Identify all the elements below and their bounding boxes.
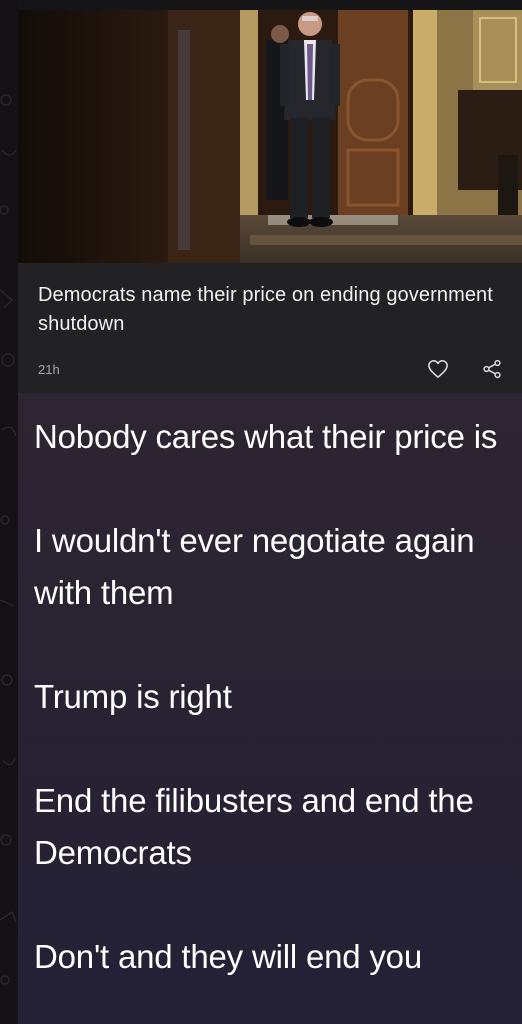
news-card[interactable]: Democrats name their price on ending gov… — [18, 10, 522, 393]
news-headline[interactable]: Democrats name their price on ending gov… — [38, 281, 502, 339]
share-icon[interactable] — [480, 357, 504, 381]
post-paragraph: I wouldn't ever negotiate again with the… — [34, 522, 475, 611]
news-timestamp: 21h — [38, 361, 60, 377]
news-actions — [426, 357, 504, 381]
news-photo[interactable] — [18, 10, 522, 263]
news-meta-row: 21h — [38, 352, 504, 386]
post-paragraph: Trump is right — [34, 678, 232, 715]
post-text: Nobody cares what their price is I would… — [34, 411, 506, 983]
post-content: Nobody cares what their price is I would… — [18, 393, 522, 1024]
post-paragraph: End the filibusters and end the Democrat… — [34, 782, 474, 871]
app-screen: Democrats name their price on ending gov… — [0, 0, 522, 1024]
post-paragraph: Don't and they will end you — [34, 938, 422, 975]
news-body: Democrats name their price on ending gov… — [18, 263, 522, 339]
top-bar — [0, 0, 522, 10]
heart-icon[interactable] — [426, 357, 450, 381]
post-paragraph: Nobody cares what their price is — [34, 418, 498, 455]
decorative-side-strip — [0, 0, 18, 1024]
